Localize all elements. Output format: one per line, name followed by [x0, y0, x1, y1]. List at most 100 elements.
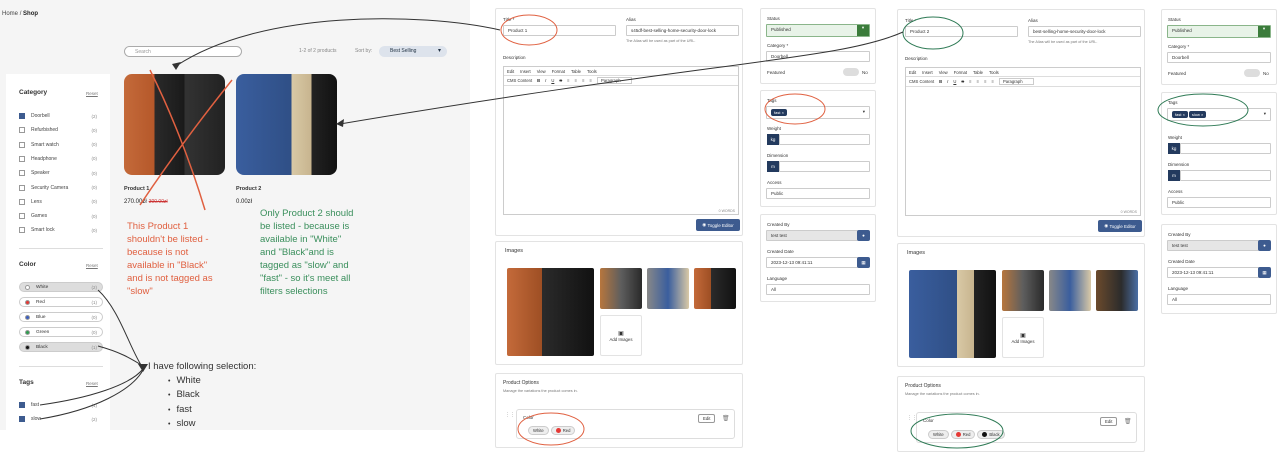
editor2-option-chip[interactable]: Black — [977, 430, 1005, 439]
editor1-menu-item[interactable]: Table — [571, 69, 581, 74]
editor1-alias-input[interactable]: s45df-best-selling-home-security-door-lo… — [626, 25, 739, 36]
calendar-icon[interactable]: ▦ — [857, 257, 870, 268]
category-item[interactable]: Security Camera (0) — [19, 183, 97, 193]
editor1-tags-input[interactable]: fast × ▾ — [766, 106, 870, 119]
editor1-created-date-input[interactable]: 2023-12-13 09:41:11 — [766, 257, 858, 268]
editor2-tags-input[interactable]: fast × slow × ▾ — [1167, 108, 1271, 121]
align-left-icon[interactable]: ≡ — [969, 79, 971, 84]
category-item[interactable]: Games (0) — [19, 211, 97, 221]
editor1-image-thumb[interactable] — [694, 268, 736, 309]
editor1-status-select[interactable]: Published ▾ — [766, 24, 870, 37]
editor1-image-main[interactable] — [507, 268, 594, 356]
checkbox[interactable] — [19, 198, 25, 205]
editor2-menu-item[interactable]: Format — [954, 70, 967, 75]
strikethrough-icon[interactable]: S — [961, 79, 964, 84]
editor1-paragraph-select[interactable]: Paragraph — [596, 77, 632, 84]
editor2-tag-chip[interactable]: fast × — [1172, 111, 1188, 118]
product-1-title[interactable]: Product 1 — [124, 186, 149, 192]
category-item[interactable]: Smart lock (0) — [19, 225, 97, 235]
editor1-weight-input[interactable] — [779, 134, 870, 145]
editor1-image-thumb[interactable] — [647, 268, 689, 309]
italic-icon[interactable]: I — [545, 78, 546, 83]
align-center-icon[interactable]: ≡ — [575, 78, 577, 83]
category-item[interactable]: Lens (0) — [19, 197, 97, 207]
editor1-tag-chip[interactable]: fast × — [771, 109, 787, 116]
editor2-menu-item[interactable]: Edit — [909, 70, 916, 75]
checkbox[interactable] — [19, 213, 25, 220]
close-icon[interactable]: × — [780, 110, 784, 115]
editor2-rich-text-editor[interactable]: Edit Insert View Format Table Tools CMS Conte… — [905, 67, 1141, 216]
category-item[interactable]: Refurbished (0) — [19, 125, 97, 135]
drag-handle-icon[interactable]: ⋮⋮ — [505, 412, 515, 418]
checkbox[interactable] — [19, 416, 25, 422]
strikethrough-icon[interactable]: S — [559, 78, 562, 83]
editor1-menu-item[interactable]: Format — [552, 69, 565, 74]
editor2-menu-item[interactable]: Insert — [922, 70, 932, 75]
search-input[interactable]: Search — [124, 46, 242, 57]
breadcrumb-home[interactable]: Home — [2, 11, 18, 17]
editor2-option-edit-button[interactable]: Edit — [1100, 417, 1118, 426]
editor1-add-images-button[interactable]: ▣ Add Images — [600, 315, 642, 356]
align-center-icon[interactable]: ≡ — [977, 79, 979, 84]
checkbox[interactable] — [19, 184, 25, 191]
product-2-image[interactable] — [236, 74, 337, 175]
editor2-cms-content[interactable]: CMS Content — [909, 79, 934, 84]
color-item[interactable]: Green (0) — [19, 327, 103, 337]
color-item[interactable]: Black (1) — [19, 342, 103, 352]
editor1-access-select[interactable]: Public — [766, 188, 870, 199]
category-reset[interactable]: Reset — [86, 91, 98, 96]
editor2-image-thumb[interactable] — [1049, 270, 1091, 311]
editor1-created-by-input[interactable]: test test — [766, 230, 858, 241]
editor2-image-thumb[interactable] — [1002, 270, 1044, 311]
user-icon[interactable]: ● — [1258, 240, 1271, 251]
editor2-image-main[interactable] — [909, 270, 996, 358]
bold-icon[interactable]: B — [537, 78, 540, 83]
editor2-alias-input[interactable]: best-selling-home-security-door-lock — [1028, 26, 1141, 37]
bold-icon[interactable]: B — [939, 79, 942, 84]
product-1-image[interactable] — [124, 74, 225, 175]
close-icon[interactable]: × — [1200, 112, 1203, 117]
checkbox[interactable] — [19, 127, 25, 134]
checkbox[interactable] — [19, 170, 25, 177]
calendar-icon[interactable]: ▦ — [1258, 267, 1271, 278]
editor1-category-select[interactable]: Doorbell — [766, 51, 870, 62]
align-justify-icon[interactable]: ≡ — [992, 79, 994, 84]
underline-icon[interactable]: U — [953, 79, 956, 84]
editor2-weight-input[interactable] — [1180, 143, 1271, 154]
editor2-menu-item[interactable]: View — [939, 70, 948, 75]
color-item[interactable]: Red (1) — [19, 297, 103, 307]
editor2-option-chip[interactable]: Red — [950, 430, 976, 439]
editor2-paragraph-select[interactable]: Paragraph — [998, 78, 1034, 85]
product-2-title[interactable]: Product 2 — [236, 186, 261, 192]
editor1-language-select[interactable]: All — [766, 284, 870, 295]
italic-icon[interactable]: I — [947, 79, 948, 84]
editor1-image-thumb[interactable] — [600, 268, 642, 309]
category-item[interactable]: Headphone (0) — [19, 154, 97, 164]
editor2-featured-toggle[interactable] — [1244, 69, 1260, 77]
editor2-toggle-editor-button[interactable]: ◉ Toggle Editor — [1098, 220, 1142, 232]
editor2-menu-item[interactable]: Table — [973, 70, 983, 75]
editor1-dimension-input[interactable] — [779, 161, 870, 172]
align-right-icon[interactable]: ≡ — [582, 78, 584, 83]
tag-item[interactable]: slow (2) — [19, 414, 97, 424]
checkbox[interactable] — [19, 113, 25, 119]
editor2-menu-item[interactable]: Tools — [989, 70, 999, 75]
editor2-tag-chip[interactable]: slow × — [1188, 111, 1207, 118]
category-item[interactable]: Smart watch (0) — [19, 140, 97, 150]
checkbox[interactable] — [19, 227, 25, 234]
color-item[interactable]: Blue (0) — [19, 312, 103, 322]
editor1-option-chip[interactable]: Red — [550, 426, 576, 435]
editor2-image-thumb[interactable] — [1096, 270, 1138, 311]
trash-icon[interactable]: 🗑 — [722, 415, 730, 422]
editor1-title-input[interactable]: Product 1 — [503, 25, 616, 36]
editor1-menu-item[interactable]: Tools — [587, 69, 597, 74]
editor2-add-images-button[interactable]: ▣ Add Images — [1002, 317, 1044, 358]
editor1-menu-item[interactable]: View — [537, 69, 546, 74]
user-icon[interactable]: ● — [857, 230, 870, 241]
editor2-access-select[interactable]: Public — [1167, 197, 1271, 208]
trash-icon[interactable]: 🗑 — [1124, 418, 1132, 425]
editor2-created-date-input[interactable]: 2023-12-13 09:41:11 — [1167, 267, 1259, 278]
color-item[interactable]: White (2) — [19, 282, 103, 292]
color-reset[interactable]: Reset — [86, 263, 98, 268]
align-left-icon[interactable]: ≡ — [567, 78, 569, 83]
